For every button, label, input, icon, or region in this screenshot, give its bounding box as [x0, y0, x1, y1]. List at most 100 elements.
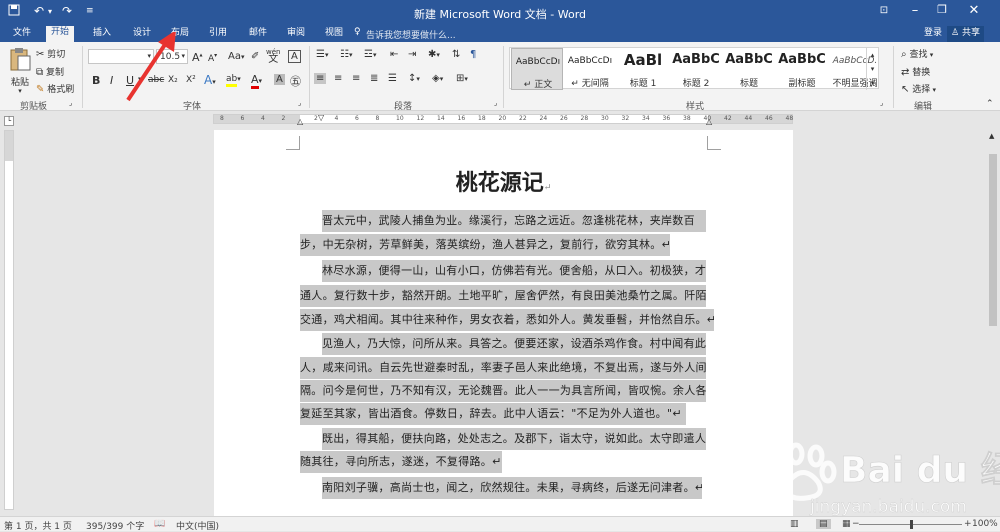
share-button[interactable]: ♙ 共享: [947, 26, 984, 42]
style-heading-2[interactable]: AaBbC 标题 2: [670, 48, 722, 90]
align-center-icon[interactable]: ≡: [334, 73, 342, 84]
text-line[interactable]: 通人。复行数十步，豁然开朗。土地平旷，屋舍俨然，有良田美池桑竹之属。阡陌: [300, 285, 706, 307]
tab-review[interactable]: 审阅: [282, 27, 310, 42]
phonetic-guide-button[interactable]: wén 文: [266, 49, 280, 65]
decrease-indent-icon[interactable]: ⇤: [390, 49, 398, 60]
print-layout-icon[interactable]: ▤: [816, 519, 831, 529]
show-marks-icon[interactable]: ¶: [470, 49, 476, 60]
vertical-ruler[interactable]: [4, 130, 14, 510]
ruler-tick-label: 20: [498, 115, 507, 122]
clipboard-launcher-icon[interactable]: ⌟: [69, 99, 72, 107]
text-line[interactable]: 步，中无杂树，芳草鲜美，落英缤纷，渔人甚异之，复前行，欲穷其林。↵: [300, 234, 670, 256]
scroll-thumb[interactable]: [989, 154, 997, 326]
multilevel-list-icon[interactable]: ☲▾: [364, 49, 376, 60]
text-line[interactable]: 既出，得其船，便扶向路，处处志之。及郡下，诣太守，说如此。太守即遣人: [322, 428, 706, 450]
styles-launcher-icon[interactable]: ⌟: [880, 99, 883, 107]
maximize-icon[interactable]: ❐: [930, 3, 954, 16]
text-line[interactable]: 南阳刘子骥，高尚士也，闻之，欣然规往。未果，寻病终，后遂无问津者。↵: [322, 477, 702, 499]
text-line[interactable]: 见渔人，乃大惊，问所从来。具答之。便要还家，设酒杀鸡作食。村中闻有此: [322, 333, 706, 355]
tell-me-box[interactable]: 告诉我您想要做什么...: [366, 28, 456, 41]
select-button[interactable]: ↖ 选择 ▾: [901, 82, 936, 95]
text-line[interactable]: 隔。问今是何世，乃不知有汉，无论魏晋。此人一一为具言所闻，皆叹惋。余人各: [300, 380, 706, 402]
shrink-font-button[interactable]: A▾: [208, 52, 217, 64]
find-button[interactable]: ⌕ 查找 ▾: [901, 47, 933, 60]
zoom-in-button[interactable]: +: [964, 519, 972, 529]
document-page[interactable]: 桃花源记↵ 晋太元中，武陵人捕鱼为业。缘溪行，忘路之远近。忽逢桃花林，夹岸数百 …: [214, 130, 793, 520]
shading-icon[interactable]: ◈▾: [432, 73, 443, 84]
paste-button[interactable]: 粘贴 ▾: [6, 46, 34, 95]
style-no-spacing[interactable]: AaBbCcDı ↵ 无间隔: [564, 48, 616, 90]
highlight-button[interactable]: ab▾: [226, 74, 241, 87]
collapse-ribbon-icon[interactable]: ⌃: [986, 99, 994, 109]
font-launcher-icon[interactable]: ⌟: [298, 99, 301, 107]
first-line-indent-marker[interactable]: ▽: [318, 113, 324, 122]
style-heading-1[interactable]: AaBl 标题 1: [617, 48, 669, 90]
tab-mailings[interactable]: 邮件: [244, 27, 272, 42]
character-shading-button[interactable]: A: [274, 74, 285, 85]
language-status[interactable]: 中文(中国): [176, 519, 219, 532]
chinese-layout-icon[interactable]: ✱▾: [428, 49, 440, 60]
style-title[interactable]: AaBbC 标题: [723, 48, 775, 90]
ruler-tick-label: 6: [240, 115, 245, 122]
enclose-characters-icon[interactable]: ㊄: [290, 73, 301, 89]
status-bar: 第 1 页，共 1 页 395/399 个字 📖 中文(中国) ▥ ▤ ▦ − …: [0, 516, 1000, 532]
gallery-scroll[interactable]: ▴ ▾ ▾: [866, 48, 878, 90]
web-layout-icon[interactable]: ▦: [842, 519, 851, 529]
minimize-icon[interactable]: –: [903, 3, 927, 18]
style-subtitle[interactable]: AaBbC 副标题: [776, 48, 828, 90]
distributed-icon[interactable]: ☰: [388, 73, 397, 84]
text-line[interactable]: 林尽水源，便得一山，山有小口，仿佛若有光。便舍船，从口入。初极狭，才: [322, 260, 706, 282]
left-indent-marker[interactable]: △: [297, 117, 303, 126]
change-case-button[interactable]: Aa▾: [228, 51, 244, 62]
sort-icon[interactable]: ⇅: [452, 49, 460, 60]
cut-button[interactable]: ✂ 剪切: [36, 47, 65, 60]
text-line[interactable]: 人，咸来问讯。自云先世避秦时乱，率妻子邑人来此绝境，不复出焉，遂与外人间: [300, 357, 706, 379]
font-color-button[interactable]: A▾: [251, 73, 262, 89]
tab-view[interactable]: 视图: [320, 27, 348, 42]
tab-references[interactable]: 引用: [204, 27, 232, 42]
right-indent-marker[interactable]: △: [706, 117, 712, 126]
bold-button[interactable]: B: [92, 74, 100, 87]
align-left-icon[interactable]: ≡: [314, 73, 327, 84]
close-icon[interactable]: ✕: [962, 3, 986, 18]
align-right-icon[interactable]: ≡: [352, 73, 360, 84]
zoom-slider-thumb[interactable]: [910, 520, 913, 529]
italic-button[interactable]: I: [110, 74, 113, 87]
increase-indent-icon[interactable]: ⇥: [408, 49, 416, 60]
horizontal-ruler[interactable]: 8 6 4 2 2 4 6 8 10 12 14 16 18 20 22 24 26 28 30 32 34 36 38 40…: [213, 113, 793, 126]
text-line[interactable]: 复延至其家，皆出酒食。停数日，辞去。此中人语云："不足为外人道也。"↵: [300, 403, 686, 425]
clear-formatting-icon[interactable]: ✐: [251, 51, 259, 62]
scroll-up-icon[interactable]: ▲: [989, 132, 994, 140]
replace-button[interactable]: ⇄ 替换: [901, 65, 930, 78]
text-line[interactable]: 随其往，寻向所志，遂迷，不复得路。↵: [300, 451, 502, 473]
text-line[interactable]: 交通，鸡犬相闻。其中往来种作，男女衣着，悉如外人。黄发垂髫，并怡然自乐。↵: [300, 309, 714, 331]
character-border-button[interactable]: A: [288, 50, 301, 63]
borders-icon[interactable]: ⊞▾: [456, 73, 468, 84]
text-effects-button[interactable]: A▾: [204, 73, 216, 87]
read-mode-icon[interactable]: ▥: [790, 519, 799, 529]
paintbrush-icon: ✎: [36, 84, 45, 95]
tab-home[interactable]: 开始: [46, 26, 75, 42]
zoom-level[interactable]: 100%: [972, 519, 998, 529]
tab-file[interactable]: 文件: [8, 27, 36, 42]
text-line[interactable]: 晋太元中，武陵人捕鱼为业。缘溪行，忘路之远近。忽逢桃花林，夹岸数百: [322, 210, 706, 232]
tab-insert[interactable]: 插入: [88, 27, 116, 42]
sign-in-link[interactable]: 登录: [919, 27, 947, 42]
format-painter-button[interactable]: ✎ 格式刷: [36, 82, 74, 95]
grow-font-button[interactable]: A▴: [192, 51, 203, 64]
proofing-icon[interactable]: 📖: [154, 519, 165, 529]
page-count[interactable]: 第 1 页，共 1 页: [4, 519, 72, 532]
line-spacing-icon[interactable]: ↕▾: [408, 73, 420, 84]
ribbon-display-icon[interactable]: ⊡: [872, 5, 896, 16]
paragraph-launcher-icon[interactable]: ⌟: [494, 99, 497, 107]
justify-icon[interactable]: ≣: [370, 73, 378, 84]
ruler-tick-label: 8: [375, 115, 380, 122]
word-count[interactable]: 395/399 个字: [86, 519, 144, 532]
tab-selector[interactable]: └: [4, 116, 14, 126]
numbering-icon[interactable]: ☷▾: [340, 49, 352, 60]
chevron-down-icon: ▾: [18, 87, 22, 95]
style-normal[interactable]: AaBbCcDı ↵ 正文: [511, 48, 563, 90]
bullets-icon[interactable]: ☰▾: [316, 49, 328, 60]
copy-button[interactable]: ⧉ 复制: [36, 65, 64, 78]
document-title[interactable]: 桃花源记↵: [214, 165, 793, 197]
